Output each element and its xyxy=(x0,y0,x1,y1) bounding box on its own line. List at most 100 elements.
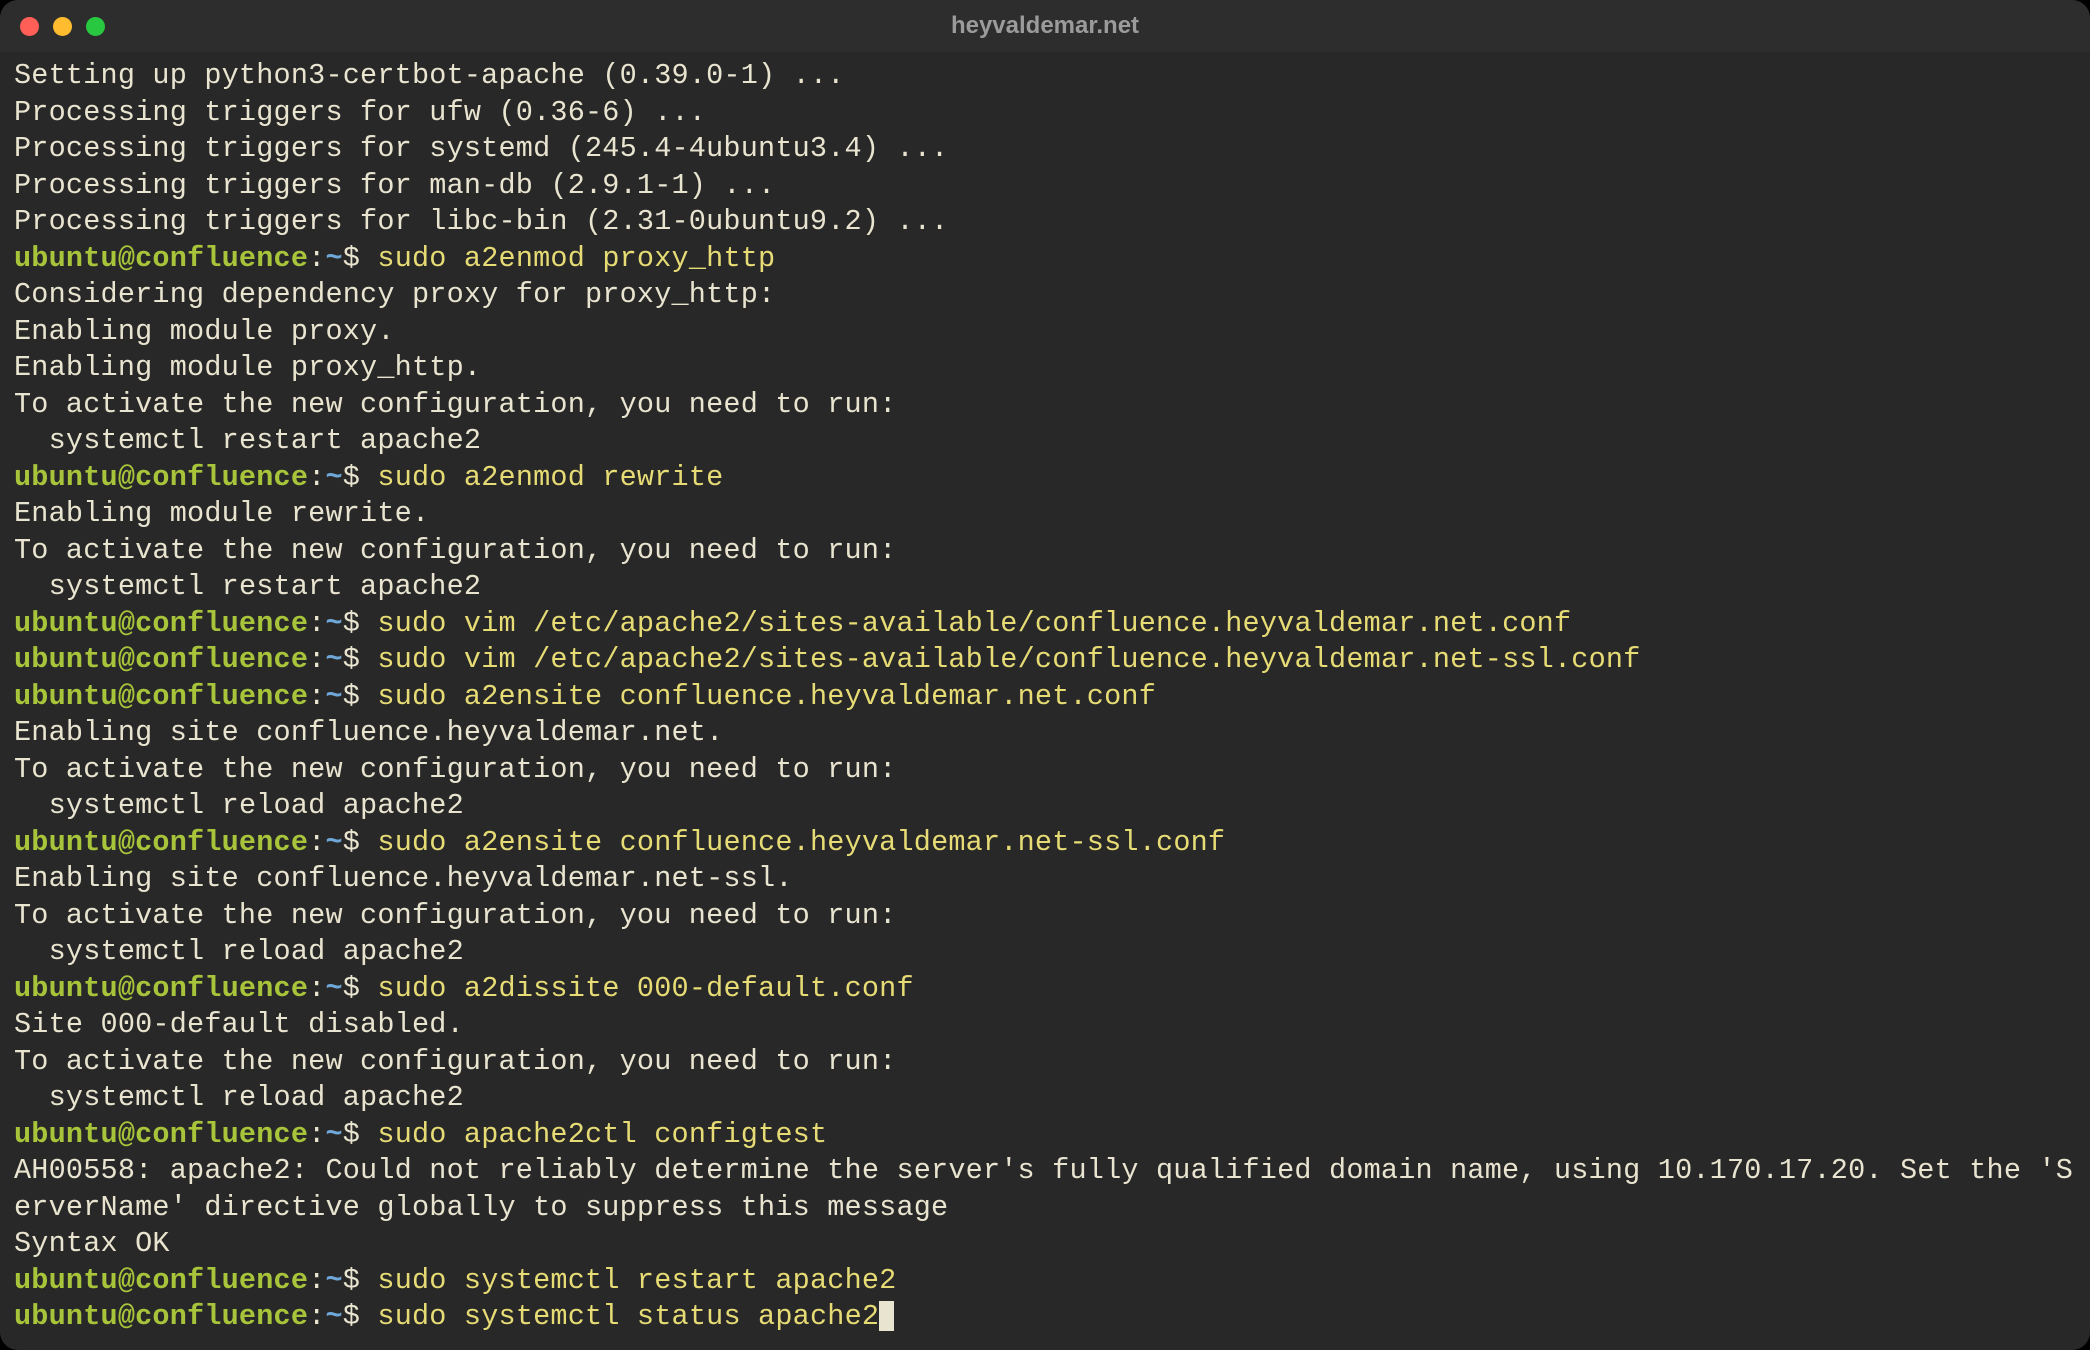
command-text: sudo apache2ctl configtest xyxy=(377,1118,827,1151)
prompt-symbol: $ xyxy=(343,972,378,1005)
terminal-line: Site 000-default disabled. xyxy=(14,1007,2076,1044)
terminal-line: systemctl restart apache2 xyxy=(14,423,2076,460)
prompt: ubuntu@confluence:~$ xyxy=(14,607,377,640)
terminal-line: Setting up python3-certbot-apache (0.39.… xyxy=(14,58,2076,95)
output-text: Setting up python3-certbot-apache (0.39.… xyxy=(14,59,845,92)
prompt-symbol: $ xyxy=(343,680,378,713)
prompt-path: ~ xyxy=(325,972,342,1005)
terminal-line: ubuntu@confluence:~$ sudo a2enmod rewrit… xyxy=(14,460,2076,497)
prompt: ubuntu@confluence:~$ xyxy=(14,242,377,275)
prompt: ubuntu@confluence:~$ xyxy=(14,643,377,676)
prompt-symbol: $ xyxy=(343,461,378,494)
output-text: systemctl restart apache2 xyxy=(14,570,481,603)
prompt-user-host: ubuntu@confluence xyxy=(14,607,308,640)
prompt: ubuntu@confluence:~$ xyxy=(14,1264,377,1297)
prompt: ubuntu@confluence:~$ xyxy=(14,461,377,494)
prompt-user-host: ubuntu@confluence xyxy=(14,680,308,713)
prompt-symbol: $ xyxy=(343,607,378,640)
output-text: Syntax OK xyxy=(14,1227,170,1260)
terminal-line: Processing triggers for man-db (2.9.1-1)… xyxy=(14,168,2076,205)
prompt: ubuntu@confluence:~$ xyxy=(14,826,377,859)
command-text: sudo a2enmod proxy_http xyxy=(377,242,775,275)
prompt-user-host: ubuntu@confluence xyxy=(14,1264,308,1297)
output-text: Processing triggers for systemd (245.4-4… xyxy=(14,132,948,165)
prompt-path: ~ xyxy=(325,242,342,275)
prompt-colon: : xyxy=(308,461,325,494)
command-text: sudo systemctl restart apache2 xyxy=(377,1264,896,1297)
terminal-line: Enabling site confluence.heyvaldemar.net… xyxy=(14,715,2076,752)
output-text: Site 000-default disabled. xyxy=(14,1008,464,1041)
prompt-colon: : xyxy=(308,242,325,275)
output-text: Enabling site confluence.heyvaldemar.net… xyxy=(14,716,723,749)
prompt: ubuntu@confluence:~$ xyxy=(14,680,377,713)
terminal-line: To activate the new configuration, you n… xyxy=(14,898,2076,935)
command-text: sudo a2dissite 000-default.conf xyxy=(377,972,913,1005)
terminal-line: systemctl reload apache2 xyxy=(14,788,2076,825)
prompt-user-host: ubuntu@confluence xyxy=(14,242,308,275)
output-text: To activate the new configuration, you n… xyxy=(14,388,896,421)
command-text: sudo a2ensite confluence.heyvaldemar.net… xyxy=(377,680,1156,713)
prompt-user-host: ubuntu@confluence xyxy=(14,826,308,859)
terminal-line: To activate the new configuration, you n… xyxy=(14,1044,2076,1081)
command-text: sudo vim /etc/apache2/sites-available/co… xyxy=(377,607,1571,640)
prompt-symbol: $ xyxy=(343,1118,378,1151)
terminal-body[interactable]: Setting up python3-certbot-apache (0.39.… xyxy=(0,52,2090,1350)
window-controls xyxy=(20,17,105,36)
prompt-path: ~ xyxy=(325,1300,342,1333)
prompt: ubuntu@confluence:~$ xyxy=(14,1300,377,1333)
terminal-line: Processing triggers for systemd (245.4-4… xyxy=(14,131,2076,168)
prompt-path: ~ xyxy=(325,607,342,640)
terminal-line: ubuntu@confluence:~$ sudo apache2ctl con… xyxy=(14,1117,2076,1154)
prompt-path: ~ xyxy=(325,1264,342,1297)
terminal-line: ubuntu@confluence:~$ sudo a2ensite confl… xyxy=(14,679,2076,716)
output-text: systemctl reload apache2 xyxy=(14,1081,464,1114)
terminal-line: ubuntu@confluence:~$ sudo a2dissite 000-… xyxy=(14,971,2076,1008)
output-text: AH00558: apache2: Could not reliably det… xyxy=(14,1154,2073,1224)
terminal-line: To activate the new configuration, you n… xyxy=(14,387,2076,424)
prompt-user-host: ubuntu@confluence xyxy=(14,643,308,676)
terminal-line: Enabling module proxy_http. xyxy=(14,350,2076,387)
window-title: heyvaldemar.net xyxy=(0,12,2090,40)
prompt-colon: : xyxy=(308,1118,325,1151)
terminal-line: Enabling site confluence.heyvaldemar.net… xyxy=(14,861,2076,898)
prompt-colon: : xyxy=(308,680,325,713)
output-text: To activate the new configuration, you n… xyxy=(14,899,896,932)
cursor-icon xyxy=(879,1301,894,1331)
terminal-line: ubuntu@confluence:~$ sudo systemctl rest… xyxy=(14,1263,2076,1300)
prompt-path: ~ xyxy=(325,1118,342,1151)
terminal-window: heyvaldemar.net Setting up python3-certb… xyxy=(0,0,2090,1350)
terminal-line: ubuntu@confluence:~$ sudo systemctl stat… xyxy=(14,1299,2076,1336)
terminal-line: Processing triggers for ufw (0.36-6) ... xyxy=(14,95,2076,132)
prompt-symbol: $ xyxy=(343,826,378,859)
zoom-icon[interactable] xyxy=(86,17,105,36)
prompt-symbol: $ xyxy=(343,1300,378,1333)
terminal-line: To activate the new configuration, you n… xyxy=(14,533,2076,570)
prompt: ubuntu@confluence:~$ xyxy=(14,972,377,1005)
prompt-colon: : xyxy=(308,607,325,640)
prompt-colon: : xyxy=(308,972,325,1005)
output-text: To activate the new configuration, you n… xyxy=(14,1045,896,1078)
prompt-symbol: $ xyxy=(343,242,378,275)
terminal-line: Enabling module rewrite. xyxy=(14,496,2076,533)
prompt-symbol: $ xyxy=(343,1264,378,1297)
terminal-line: To activate the new configuration, you n… xyxy=(14,752,2076,789)
output-text: Enabling site confluence.heyvaldemar.net… xyxy=(14,862,793,895)
output-text: systemctl reload apache2 xyxy=(14,789,464,822)
prompt-colon: : xyxy=(308,1300,325,1333)
close-icon[interactable] xyxy=(20,17,39,36)
prompt-path: ~ xyxy=(325,461,342,494)
output-text: Enabling module rewrite. xyxy=(14,497,429,530)
terminal-line: ubuntu@confluence:~$ sudo a2enmod proxy_… xyxy=(14,241,2076,278)
prompt-colon: : xyxy=(308,826,325,859)
output-text: To activate the new configuration, you n… xyxy=(14,753,896,786)
command-text: sudo a2enmod rewrite xyxy=(377,461,723,494)
minimize-icon[interactable] xyxy=(53,17,72,36)
terminal-line: Enabling module proxy. xyxy=(14,314,2076,351)
output-text: systemctl reload apache2 xyxy=(14,935,464,968)
command-text: sudo a2ensite confluence.heyvaldemar.net… xyxy=(377,826,1225,859)
prompt-path: ~ xyxy=(325,643,342,676)
terminal-line: ubuntu@confluence:~$ sudo vim /etc/apach… xyxy=(14,642,2076,679)
command-text: sudo vim /etc/apache2/sites-available/co… xyxy=(377,643,1640,676)
terminal-line: systemctl reload apache2 xyxy=(14,1080,2076,1117)
prompt-user-host: ubuntu@confluence xyxy=(14,1118,308,1151)
